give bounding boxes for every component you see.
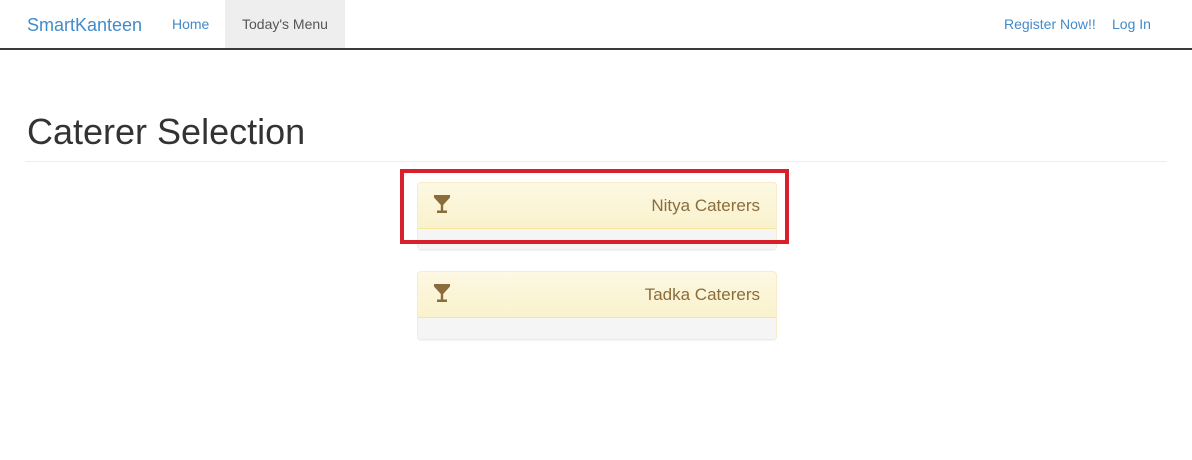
- cocktail-glass-icon: [434, 284, 450, 302]
- nav-home-link[interactable]: Home: [157, 0, 224, 48]
- nav-register-link[interactable]: Register Now!!: [989, 0, 1111, 48]
- caterer-name: Tadka Caterers: [644, 285, 760, 304]
- nav-todays-menu-link[interactable]: Today's Menu: [225, 0, 345, 48]
- nav-login-link[interactable]: Log In: [1097, 0, 1166, 48]
- caterer-panel-body: [418, 318, 776, 338]
- page-title: Caterer Selection: [27, 111, 306, 152]
- caterer-panel-tadka[interactable]: Tadka Caterers: [417, 271, 777, 340]
- selection-highlight-box: [400, 169, 789, 244]
- navbar: SmartKanteen Home Today's Menu Register …: [0, 0, 1192, 50]
- caterer-panel-heading[interactable]: Tadka Caterers: [418, 272, 776, 318]
- title-divider: [25, 161, 1167, 162]
- brand-link[interactable]: SmartKanteen: [27, 15, 142, 35]
